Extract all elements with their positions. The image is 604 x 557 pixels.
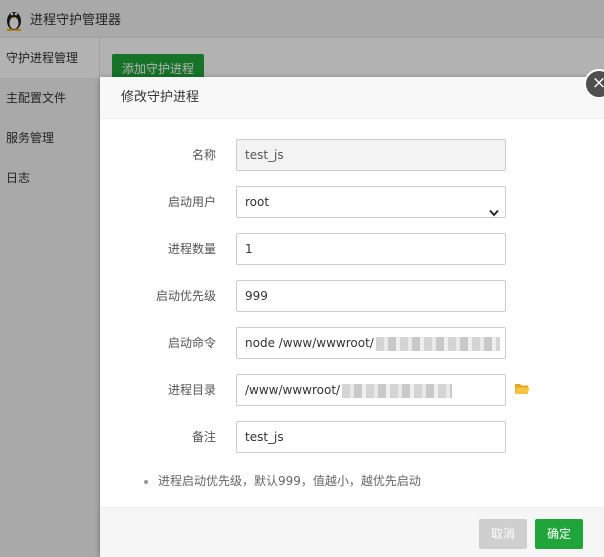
redacted-text [375, 336, 500, 351]
dialog-footer: 取消 确定 [100, 507, 604, 557]
redacted-text [342, 383, 453, 398]
cancel-button[interactable]: 取消 [479, 519, 528, 549]
user-select-value: root [245, 195, 270, 209]
name-row: 名称 test_js [100, 139, 604, 171]
command-value: node /www/wwwroot/ [245, 336, 374, 350]
directory-value: /www/wwwroot/ [245, 383, 341, 397]
count-label: 进程数量 [167, 242, 216, 256]
dialog-title: 修改守护进程 [100, 77, 604, 119]
name-label: 名称 [191, 148, 216, 162]
user-select[interactable]: root [236, 186, 506, 218]
priority-label: 启动优先级 [155, 289, 216, 303]
remark-label: 备注 [191, 430, 216, 444]
count-input[interactable]: 1 [236, 233, 506, 265]
directory-row: 进程目录 /www/wwwroot/ [100, 374, 604, 406]
user-row: 启动用户 root [100, 186, 604, 218]
confirm-button[interactable]: 确定 [535, 519, 584, 549]
command-row: 启动命令 node /www/wwwroot/ [100, 327, 604, 359]
edit-process-dialog: 修改守护进程 × 名称 test_js 启动用户 root 进程数量 1 启动优… [100, 69, 604, 557]
command-label: 启动命令 [167, 336, 216, 350]
name-field: test_js [236, 139, 506, 171]
priority-row: 启动优先级 999 [100, 280, 604, 312]
priority-input[interactable]: 999 [236, 280, 506, 312]
chevron-down-icon [489, 198, 499, 217]
remark-input[interactable]: test_js [236, 421, 506, 453]
directory-label: 进程目录 [167, 383, 216, 397]
folder-icon[interactable] [514, 382, 530, 396]
priority-note: 进程启动优先级，默认999，值越小，越优先启动 [144, 472, 421, 489]
count-row: 进程数量 1 [100, 233, 604, 265]
directory-input[interactable]: /www/wwwroot/ [236, 374, 506, 406]
user-label: 启动用户 [167, 195, 216, 209]
command-input[interactable]: node /www/wwwroot/ [236, 327, 506, 359]
priority-note-text: 进程启动优先级，默认999，值越小，越优先启动 [158, 474, 421, 488]
bullet [144, 479, 148, 484]
remark-row: 备注 test_js [100, 421, 604, 453]
